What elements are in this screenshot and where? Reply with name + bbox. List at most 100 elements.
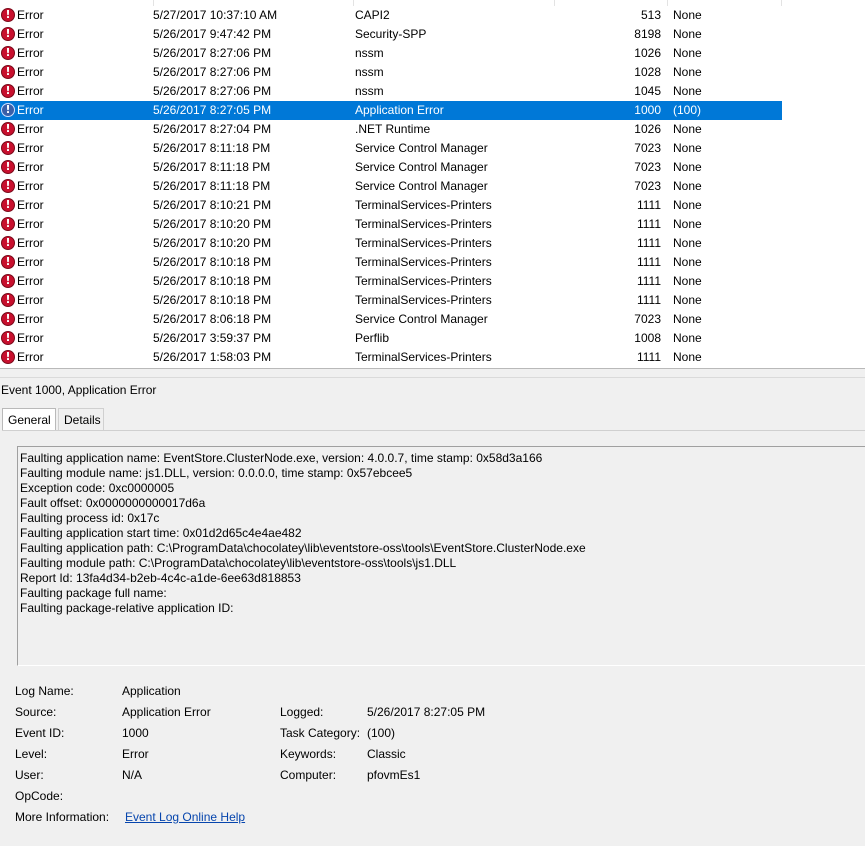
event-task-category-cell: None: [673, 141, 702, 155]
event-date-cell: 5/26/2017 8:27:05 PM: [153, 103, 272, 117]
event-source-cell: Perflib: [355, 331, 390, 345]
task-category-value: (100): [367, 726, 396, 740]
event-source-cell: TerminalServices-Printers: [355, 274, 492, 288]
event-task-category-cell: None: [673, 293, 702, 307]
event-row[interactable]: Error 5/26/2017 8:27:06 PM nssm 1045 None: [0, 82, 782, 101]
event-date-cell: 5/26/2017 1:58:03 PM: [153, 350, 272, 364]
event-row[interactable]: Error 5/26/2017 8:11:18 PM Service Control…: [0, 139, 782, 158]
event-row[interactable]: Error 5/26/2017 8:10:18 PM TerminalService…: [0, 253, 782, 272]
event-task-category-cell: None: [673, 236, 702, 250]
error-icon: [1, 255, 15, 269]
event-log-help-link[interactable]: Event Log Online Help: [125, 809, 245, 825]
event-id-cell: 8198: [634, 27, 661, 41]
keywords-value: Classic: [367, 747, 406, 761]
error-icon: [1, 312, 15, 326]
computer-value: pfovmEs1: [367, 768, 421, 782]
description-line: Faulting module name: js1.DLL, version: …: [20, 466, 413, 480]
event-level-cell: Error: [17, 312, 44, 326]
description-line: Faulting package full name:: [20, 586, 167, 600]
event-row[interactable]: Error 5/26/2017 8:10:18 PM TerminalService…: [0, 272, 782, 291]
event-id-label: Event ID:: [15, 726, 65, 740]
description-line: Report Id: 13fa4d34-b2eb-4c4c-a1de-6ee63…: [20, 571, 301, 585]
event-level-cell: Error: [17, 8, 44, 22]
event-id-cell: 7023: [634, 179, 661, 193]
event-row[interactable]: Error 5/26/2017 8:27:06 PM nssm 1028 None: [0, 63, 782, 82]
event-id-cell: 7023: [634, 141, 661, 155]
event-id-cell: 7023: [634, 160, 661, 174]
event-source-cell: Service Control Manager: [355, 141, 488, 155]
event-row[interactable]: Error 5/26/2017 9:47:42 PM Security-SPP 819…: [0, 25, 782, 44]
event-date-cell: 5/26/2017 8:11:18 PM: [153, 141, 271, 155]
error-icon: [1, 293, 15, 307]
event-row[interactable]: Error 5/26/2017 3:59:37 PM Perflib 1008 None: [0, 329, 782, 348]
event-id-cell: 1111: [636, 274, 661, 288]
event-row[interactable]: Error 5/26/2017 8:27:05 PM Application Err…: [0, 101, 782, 120]
event-id-cell: 1026: [634, 46, 661, 60]
event-task-category-cell: None: [673, 255, 702, 269]
event-date-cell: 5/26/2017 8:27:06 PM: [153, 84, 272, 98]
event-level-cell: Error: [17, 293, 44, 307]
event-task-category-cell: None: [673, 122, 702, 136]
tab-details[interactable]: Details: [58, 408, 104, 430]
event-row[interactable]: Error 5/26/2017 8:11:18 PM Service Control…: [0, 158, 782, 177]
event-description[interactable]: Faulting application name: EventStore.Cl…: [17, 446, 865, 666]
event-row[interactable]: Error 5/26/2017 8:27:04 PM .NET Runtime 102…: [0, 120, 782, 139]
level-value: Error: [122, 747, 149, 761]
keywords-label: Keywords:: [280, 747, 337, 761]
event-level-cell: Error: [17, 179, 44, 193]
event-source-cell: TerminalServices-Printers: [355, 236, 492, 250]
event-date-cell: 5/26/2017 8:11:18 PM: [153, 160, 271, 174]
event-row[interactable]: Error 5/27/2017 10:37:10 AM CAPI2 513 None: [0, 6, 782, 25]
description-line: Faulting application path: C:\ProgramDat…: [20, 541, 586, 555]
error-icon: [1, 122, 15, 136]
logged-label: Logged:: [280, 705, 324, 719]
event-task-category-cell: None: [673, 27, 702, 41]
event-source-cell: TerminalServices-Printers: [355, 293, 492, 307]
event-level-cell: Error: [17, 27, 44, 41]
event-row[interactable]: Error 5/26/2017 8:10:20 PM TerminalService…: [0, 234, 782, 253]
error-icon: [1, 84, 15, 98]
event-task-category-cell: None: [673, 8, 702, 22]
event-row[interactable]: Error 5/26/2017 8:06:18 PM Service Control…: [0, 310, 782, 329]
pane-splitter[interactable]: [0, 368, 865, 378]
event-row[interactable]: Error 5/26/2017 8:11:18 PM Service Control…: [0, 177, 782, 196]
error-icon: [1, 103, 15, 117]
event-row[interactable]: Error 5/26/2017 8:10:18 PM TerminalService…: [0, 291, 782, 310]
event-title: Event 1000, Application Error: [1, 383, 157, 397]
event-level-cell: Error: [17, 198, 44, 212]
event-id-cell: 1111: [636, 198, 661, 212]
event-level-cell: Error: [17, 65, 44, 79]
event-task-category-cell: None: [673, 84, 702, 98]
event-level-cell: Error: [17, 274, 44, 288]
error-icon: [1, 179, 15, 193]
tab-general[interactable]: General: [2, 408, 56, 431]
event-date-cell: 5/26/2017 8:27:06 PM: [153, 46, 272, 60]
event-row[interactable]: Error 5/26/2017 1:58:03 PM TerminalService…: [0, 348, 782, 367]
event-source-cell: Service Control Manager: [355, 179, 488, 193]
log-name-label: Log Name:: [15, 684, 74, 698]
error-icon: [1, 331, 15, 345]
event-row[interactable]: Error 5/26/2017 8:27:06 PM nssm 1026 None: [0, 44, 782, 63]
event-source-cell: nssm: [355, 46, 384, 60]
event-task-category-cell: None: [673, 312, 702, 326]
event-level-cell: Error: [17, 160, 44, 174]
event-source-cell: .NET Runtime: [355, 122, 431, 136]
event-level-cell: Error: [17, 255, 44, 269]
event-level-cell: Error: [17, 350, 44, 364]
event-id-cell: 1000: [634, 103, 661, 117]
event-source-cell: Service Control Manager: [355, 312, 488, 326]
level-label: Level:: [15, 747, 48, 761]
event-task-category-cell: None: [673, 65, 702, 79]
description-line: Faulting package-relative application ID…: [20, 601, 234, 615]
event-date-cell: 5/26/2017 8:27:06 PM: [153, 65, 272, 79]
event-level-cell: Error: [17, 331, 44, 345]
description-line: Faulting process id: 0x17c: [20, 511, 160, 525]
event-source-cell: TerminalServices-Printers: [355, 350, 492, 364]
description-line: Exception code: 0xc0000005: [20, 481, 175, 495]
event-date-cell: 5/26/2017 3:59:37 PM: [153, 331, 272, 345]
event-row[interactable]: Error 5/26/2017 8:10:21 PM TerminalService…: [0, 196, 782, 215]
tab-pane-border: [2, 430, 865, 431]
event-list[interactable]: Error5/27/2017 10:37:10 AMCAPI2513NoneEr…: [0, 0, 865, 368]
event-row[interactable]: Error 5/26/2017 8:10:20 PM TerminalService…: [0, 215, 782, 234]
event-level-cell: Error: [17, 46, 44, 60]
